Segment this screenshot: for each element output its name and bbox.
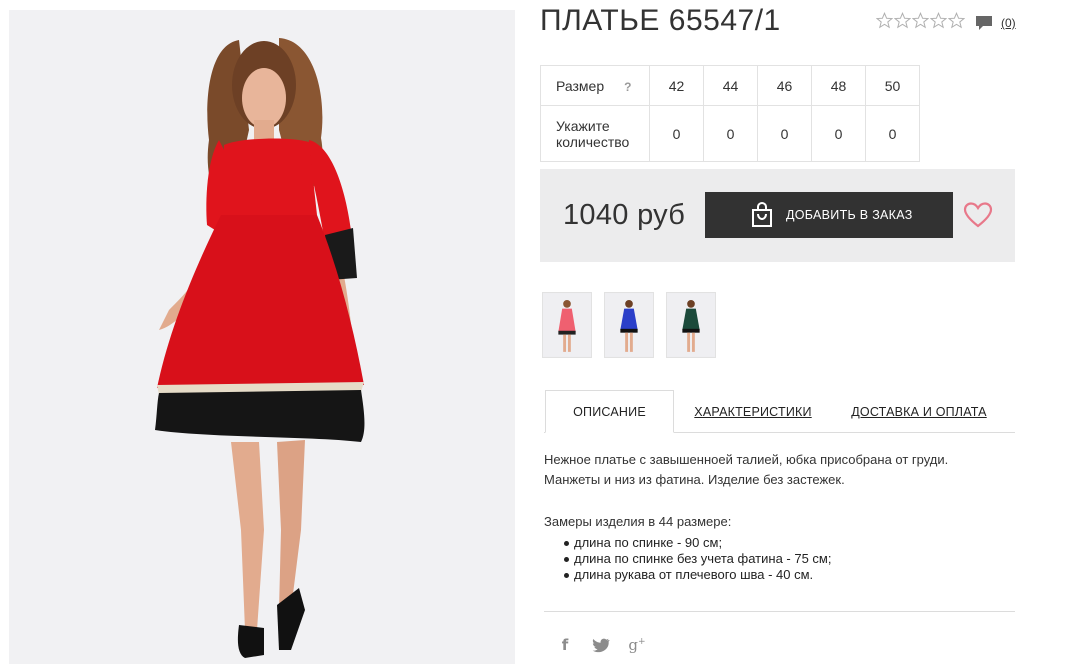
- add-to-order-button[interactable]: ДОБАВИТЬ В ЗАКАЗ: [705, 192, 953, 238]
- quantity-label-line1: Укажите: [556, 117, 610, 134]
- quantity-input-42[interactable]: 0: [657, 126, 697, 142]
- thumbnail-pink[interactable]: [542, 292, 592, 358]
- size-label: Размер: [556, 77, 605, 94]
- heart-icon[interactable]: [963, 201, 993, 229]
- facebook-icon[interactable]: f: [556, 636, 574, 654]
- product-price: 1040 руб: [563, 199, 686, 231]
- thumbnail-green[interactable]: [666, 292, 716, 358]
- comment-icon[interactable]: [975, 15, 993, 31]
- thumbnail-blue[interactable]: [604, 292, 654, 358]
- size-46: 46: [757, 65, 812, 106]
- color-thumbnails: [542, 292, 716, 358]
- list-item: длина по спинке - 90 см;: [563, 535, 831, 551]
- star-icon[interactable]: [876, 12, 893, 29]
- price-panel: 1040 руб ДОБАВИТЬ В ЗАКАЗ: [540, 169, 1015, 262]
- star-icon[interactable]: [894, 12, 911, 29]
- comment-count-link[interactable]: (0): [1001, 16, 1016, 30]
- main-product-image[interactable]: [9, 10, 515, 664]
- quantity-input-48[interactable]: 0: [819, 126, 859, 142]
- thumbnail-blue-image: [605, 293, 653, 357]
- add-to-order-label: ДОБАВИТЬ В ЗАКАЗ: [786, 208, 913, 222]
- size-label-cell: Размер?: [540, 65, 650, 106]
- quantity-label-line2: количество: [556, 133, 630, 150]
- product-description: Нежное платье с завышенноей талией, юбка…: [544, 450, 1014, 490]
- tab-description[interactable]: ОПИСАНИЕ: [545, 390, 674, 433]
- google-plus-letter: g: [628, 636, 639, 654]
- dress-model-illustration: [9, 10, 515, 664]
- size-50: 50: [865, 65, 920, 106]
- star-icon[interactable]: [912, 12, 929, 29]
- rating-stars[interactable]: [876, 12, 965, 29]
- measurements-list: длина по спинке - 90 см; длина по спинке…: [563, 535, 832, 583]
- thumbnail-green-image: [667, 293, 715, 357]
- quantity-input-44[interactable]: 0: [711, 126, 751, 142]
- product-title: ПЛАТЬЕ 65547/1: [540, 4, 781, 37]
- measurements-title: Замеры изделия в 44 размере:: [544, 514, 732, 529]
- size-help-icon[interactable]: ?: [624, 80, 631, 94]
- list-item: длина по спинке без учета фатина - 75 см…: [563, 551, 832, 566]
- size-42: 42: [649, 65, 704, 106]
- list-item: длина рукава от плечевого шва - 40 см.: [563, 567, 831, 583]
- twitter-icon[interactable]: [592, 636, 610, 654]
- description-line-1: Нежное платье с завышенноей талией, юбка…: [544, 452, 949, 467]
- bag-icon: [752, 201, 772, 227]
- thumbnail-pink-image: [543, 293, 591, 357]
- tab-delivery-payment[interactable]: ДОСТАВКА И ОПЛАТА: [850, 390, 988, 433]
- star-icon[interactable]: [948, 12, 965, 29]
- star-icon[interactable]: [930, 12, 947, 29]
- description-line-2: Манжеты и низ из фатина. Изделие без зас…: [544, 472, 845, 487]
- quantity-input-50[interactable]: 0: [873, 126, 913, 142]
- google-plus-icon[interactable]: g+: [628, 636, 646, 654]
- quantity-input-46[interactable]: 0: [765, 126, 805, 142]
- google-plus-sup: +: [638, 637, 646, 647]
- quantity-label-cell: Укажите количество: [540, 105, 650, 162]
- social-divider: [544, 611, 1015, 612]
- size-44: 44: [703, 65, 758, 106]
- size-48: 48: [811, 65, 866, 106]
- tab-characteristics[interactable]: ХАРАКТЕРИСТИКИ: [690, 390, 816, 433]
- size-table: Размер? 42 44 46 48 50 Укажите количество…: [540, 65, 920, 162]
